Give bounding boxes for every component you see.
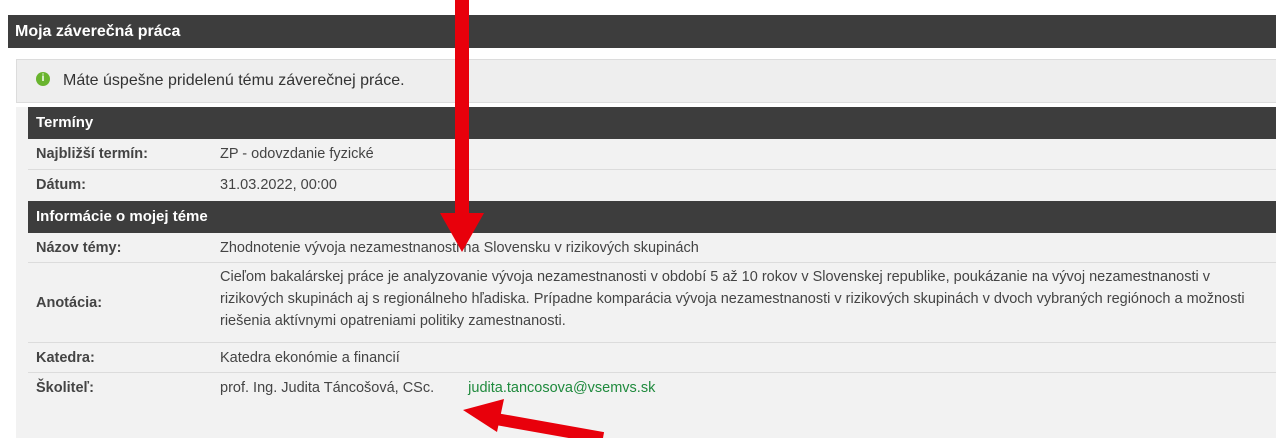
datum-value: 31.03.2022, 00:00	[220, 177, 337, 193]
anotacia-label: Anotácia:	[36, 295, 103, 311]
skolitel-label: Školiteľ:	[36, 380, 94, 396]
row-datum: Dátum: 31.03.2022, 00:00	[28, 170, 1276, 201]
katedra-label: Katedra:	[36, 350, 95, 366]
skolitel-value: prof. Ing. Judita Táncošová, CSc. judita…	[220, 373, 655, 403]
row-skolitel: Školiteľ: prof. Ing. Judita Táncošová, C…	[28, 373, 1276, 403]
thesis-panel: Moja záverečná práca i Máte úspešne prid…	[8, 15, 1276, 438]
info-icon: i	[36, 72, 50, 86]
panel-title: Moja záverečná práca	[8, 15, 1276, 48]
section-header-tema: Informácie o mojej téme	[28, 201, 1276, 233]
info-table: Termíny Najbližší termín: ZP - odovzdani…	[16, 107, 1276, 438]
section-header-terminy: Termíny	[28, 107, 1276, 139]
success-notice: i Máte úspešne pridelenú tému záverečnej…	[16, 59, 1276, 103]
najblizsi-termin-value: ZP - odovzdanie fyzické	[220, 146, 374, 162]
nazov-temy-label: Názov témy:	[36, 240, 122, 256]
najblizsi-termin-label: Najbližší termín:	[36, 146, 148, 162]
anotacia-value: Cieľom bakalárskej práce je analyzovanie…	[220, 269, 1245, 329]
katedra-value: Katedra ekonómie a financií	[220, 350, 400, 366]
row-nazov-temy: Názov témy: Zhodnotenie vývoja nezamestn…	[28, 233, 1276, 263]
panel-body: i Máte úspešne pridelenú tému záverečnej…	[8, 48, 1276, 438]
notice-text: Máte úspešne pridelenú tému záverečnej p…	[63, 72, 405, 89]
row-anotacia: Anotácia: Cieľom bakalárskej práce je an…	[28, 263, 1276, 343]
row-katedra: Katedra: Katedra ekonómie a financií	[28, 343, 1276, 373]
skolitel-email-link[interactable]: judita.tancosova@vsemvs.sk	[468, 380, 655, 396]
skolitel-name: prof. Ing. Judita Táncošová, CSc.	[220, 380, 435, 396]
row-najblizsi-termin: Najbližší termín: ZP - odovzdanie fyzick…	[28, 139, 1276, 170]
datum-label: Dátum:	[36, 177, 86, 193]
nazov-temy-value: Zhodnotenie vývoja nezamestnanosti na Sl…	[220, 240, 699, 256]
